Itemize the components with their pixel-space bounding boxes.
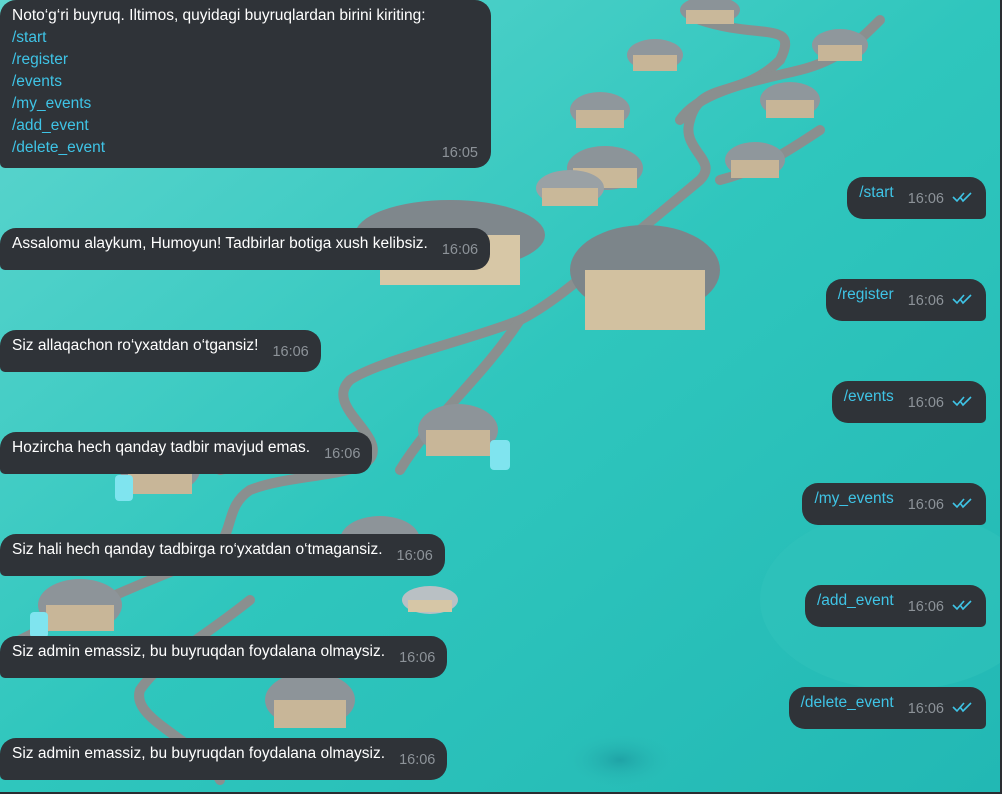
message-text[interactable]: /events xyxy=(844,388,894,405)
incoming-message[interactable]: Assalomu alaykum, Humoyun! Tadbirlar bot… xyxy=(0,228,491,270)
incoming-message[interactable]: Siz admin emassiz, bu buyruqdan foydalan… xyxy=(0,636,448,678)
command-link-delete-event[interactable]: /delete_event xyxy=(12,137,479,159)
command-link-add-event[interactable]: /add_event xyxy=(12,115,479,137)
command-link-start[interactable]: /start xyxy=(12,27,479,49)
message-time: 16:06 xyxy=(441,242,479,258)
message-time: 16:06 xyxy=(907,701,944,717)
message-text[interactable]: /delete_event xyxy=(801,694,894,711)
message-time: 16:06 xyxy=(907,191,944,207)
command-link-my-events[interactable]: /my_events xyxy=(12,93,479,115)
message-time: 16:06 xyxy=(396,548,433,564)
message-time: 16:06 xyxy=(324,446,361,462)
read-double-check-icon xyxy=(952,600,972,611)
message-time: 16:06 xyxy=(907,599,944,615)
message-text[interactable]: /register xyxy=(838,286,894,303)
outgoing-message[interactable]: /delete_event 16:06 xyxy=(788,687,986,729)
incoming-message[interactable]: Siz allaqachon ro‘yxatdan o‘tgansiz! 16:0… xyxy=(0,330,321,372)
message-time: 16:06 xyxy=(907,293,944,309)
message-text[interactable]: /add_event xyxy=(817,592,894,609)
outgoing-message[interactable]: /events 16:06 xyxy=(831,381,986,423)
message-time: 16:06 xyxy=(272,344,309,360)
read-double-check-icon xyxy=(952,396,972,407)
message-text: Siz admin emassiz, bu buyruqdan foydalan… xyxy=(12,643,386,660)
incoming-message[interactable]: Siz admin emassiz, bu buyruqdan foydalan… xyxy=(0,738,448,780)
command-link-register[interactable]: /register xyxy=(12,49,479,71)
outgoing-message[interactable]: /add_event 16:06 xyxy=(804,585,986,627)
message-time: 16:06 xyxy=(399,752,436,768)
message-text[interactable]: /start xyxy=(859,184,893,201)
message-text: Siz allaqachon ro‘yxatdan o‘tgansiz! xyxy=(12,337,259,354)
read-double-check-icon xyxy=(952,294,972,305)
read-double-check-icon xyxy=(952,192,972,203)
incoming-message[interactable]: Siz hali hech qanday tadbirga ro‘yxatdan… xyxy=(0,534,445,576)
message-time: 16:06 xyxy=(907,497,944,513)
message-time: 16:06 xyxy=(399,650,436,666)
outgoing-message[interactable]: /register 16:06 xyxy=(825,279,986,321)
incoming-message[interactable]: Noto‘g‘ri buyruq. Iltimos, quyidagi buyr… xyxy=(0,0,491,168)
read-double-check-icon xyxy=(952,498,972,509)
message-text: Siz admin emassiz, bu buyruqdan foydalan… xyxy=(12,745,386,762)
message-text: Assalomu alaykum, Humoyun! Tadbirlar bot… xyxy=(12,235,428,252)
message-text: Noto‘g‘ri buyruq. Iltimos, quyidagi buyr… xyxy=(12,7,426,24)
outgoing-message[interactable]: /start 16:06 xyxy=(847,177,986,219)
message-text: Hozircha hech qanday tadbir mavjud emas. xyxy=(12,439,311,456)
message-text: Siz hali hech qanday tadbirga ro‘yxatdan… xyxy=(12,541,383,558)
command-link-events[interactable]: /events xyxy=(12,71,479,93)
read-double-check-icon xyxy=(952,702,972,713)
outgoing-message[interactable]: /my_events 16:06 xyxy=(802,483,986,525)
incoming-message[interactable]: Hozircha hech qanday tadbir mavjud emas.… xyxy=(0,432,373,474)
message-time: 16:06 xyxy=(907,395,944,411)
message-time: 16:05 xyxy=(441,145,478,161)
message-text[interactable]: /my_events xyxy=(814,490,893,507)
